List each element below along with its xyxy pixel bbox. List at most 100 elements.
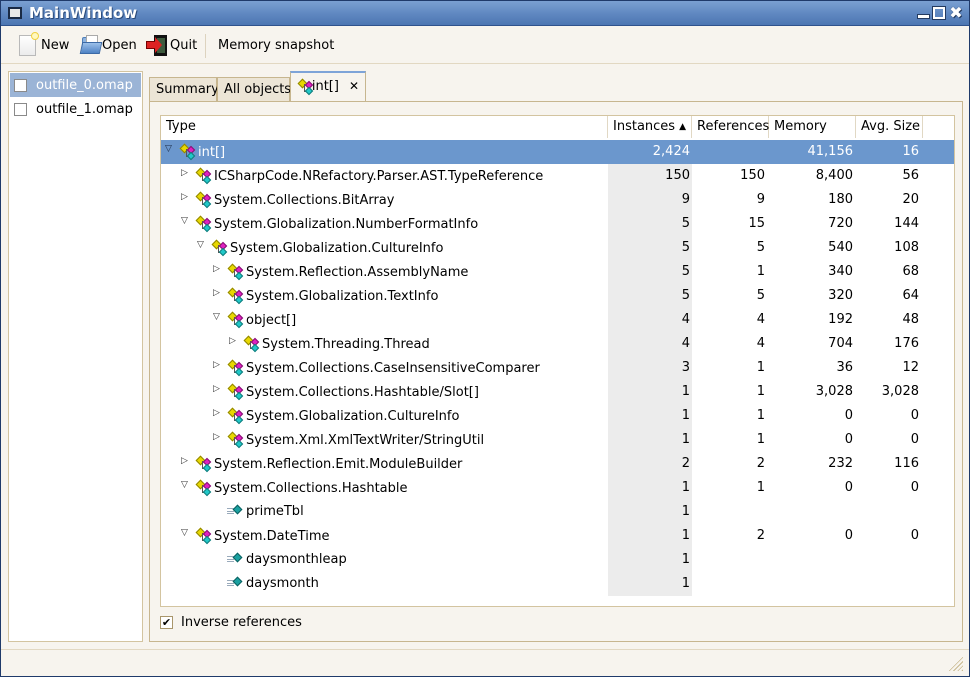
avg-size-cell: 20 [902,192,919,207]
tree-row[interactable]: ▽ System.Collections.Hashtable 1 1 0 0 [161,476,954,500]
column-header-references[interactable]: References [692,116,769,138]
tree-row[interactable]: ▷ System.Globalization.CultureInfo 1 1 0 0 [161,404,954,428]
class-type-icon [297,78,314,96]
memory-size-cell: 41,156 [807,144,854,159]
collapse-triangle-icon[interactable]: ▽ [181,216,191,226]
class-type-icon [195,527,213,545]
open-button[interactable]: Open [79,33,137,57]
file-list: outfile_0.omap outfile_1.omap [8,71,143,642]
column-label: Avg. Size [861,119,921,134]
file-item[interactable]: outfile_0.omap [10,73,141,97]
memory-size-cell: 720 [828,216,853,231]
memory-size-cell: 0 [844,480,853,495]
avg-size-cell: 68 [902,264,919,279]
collapse-triangle-icon[interactable]: ▽ [213,312,223,322]
expand-triangle-icon[interactable]: ▷ [213,264,223,274]
class-type-icon [179,143,197,161]
file-name: outfile_0.omap [36,77,133,93]
tree-row[interactable]: ▷ System.Xml.XmlTextWriter/StringUtil 1 1 0 0 [161,428,954,452]
tree-row[interactable]: daysmonthleap 1 [161,548,954,572]
collapse-triangle-icon[interactable]: ▽ [181,480,191,490]
row-label: System.Threading.Thread [262,336,430,352]
tab-int-array[interactable]: int[] ✕ [290,71,366,102]
avg-size-cell: 0 [910,528,919,543]
tree-row[interactable]: ▽ System.DateTime 1 2 0 0 [161,524,954,548]
expand-triangle-icon[interactable]: ▷ [181,456,191,466]
instances-cell: 1 [681,408,690,423]
tab-label: All objects [224,82,292,97]
instances-cell: 5 [681,240,690,255]
memory-size-cell: 704 [828,336,853,351]
expand-triangle-icon[interactable]: ▷ [213,384,223,394]
tree-row[interactable]: ▷ System.Threading.Thread 4 4 704 176 [161,332,954,356]
tab-panel: Type Instances▲ References Memory Size A… [149,101,963,642]
object-tree[interactable]: Type Instances▲ References Memory Size A… [160,115,955,607]
inverse-references-checkbox[interactable]: ✔ [160,616,173,629]
row-type-name: daysmonthleap [227,552,347,567]
column-header-instances[interactable]: Instances ▲ [608,116,692,138]
column-header-memory-size[interactable]: Memory Size [769,116,856,156]
row-label: System.Globalization.CultureInfo [230,240,444,256]
expand-triangle-icon[interactable]: ▷ [213,432,223,442]
expand-triangle-icon[interactable]: ▷ [213,408,223,418]
tree-row[interactable]: ▷ System.Globalization.TextInfo 5 5 320 64 [161,284,954,308]
avg-size-cell: 176 [894,336,919,351]
toolbar-separator [205,34,206,58]
avg-size-cell: 116 [894,456,919,471]
memory-snapshot-button[interactable]: Memory snapshot [218,33,334,57]
references-cell: 9 [756,192,765,207]
tree-row[interactable]: ▽ System.Globalization.NumberFormatInfo 5 1… [161,212,954,236]
maximize-button[interactable] [932,6,946,20]
inverse-references-option[interactable]: ✔ Inverse references [160,615,302,630]
window-menu-icon[interactable] [8,7,22,19]
memory-size-cell: 320 [828,288,853,303]
collapse-triangle-icon[interactable]: ▽ [197,240,207,250]
file-checkbox[interactable] [14,102,27,116]
expand-triangle-icon[interactable]: ▷ [213,360,223,370]
file-checkbox[interactable] [14,78,27,92]
class-type-icon [195,479,213,497]
references-cell: 4 [756,312,765,327]
tree-row[interactable]: ▷ System.Collections.CaseInsensitiveCompa… [161,356,954,380]
tree-row[interactable]: ▷ System.Collections.BitArray 9 9 180 20 [161,188,954,212]
class-type-icon [227,287,245,305]
tab-summary[interactable]: Summary [149,77,219,102]
column-header-avg-size[interactable]: Avg. Size [856,116,923,138]
tab-label: int[] [311,79,339,94]
memory-size-cell: 540 [828,240,853,255]
tree-row[interactable]: ▷ ICSharpCode.NRefactory.Parser.AST.TypeR… [161,164,954,188]
expand-triangle-icon[interactable]: ▷ [213,288,223,298]
tree-row[interactable]: primeTbl 1 [161,500,954,524]
minimize-button[interactable] [916,6,930,20]
row-label: System.DateTime [214,528,330,544]
column-header-type[interactable]: Type [161,116,608,138]
file-item[interactable]: outfile_1.omap [10,97,141,121]
references-cell: 1 [756,360,765,375]
tree-row[interactable]: ▷ System.Reflection.Emit.ModuleBuilder 2 2 2… [161,452,954,476]
memory-size-cell: 0 [844,432,853,447]
tree-row[interactable]: daysmonth 1 [161,572,954,596]
close-tab-icon[interactable]: ✕ [349,79,359,93]
collapse-triangle-icon[interactable]: ▽ [181,528,191,538]
collapse-triangle-icon[interactable]: ▽ [165,144,175,154]
expand-triangle-icon[interactable]: ▷ [181,168,191,178]
class-type-icon [227,263,245,281]
instances-cell: 1 [681,576,690,591]
tab-all-objects[interactable]: All objects [217,77,292,102]
tree-row[interactable]: ▽ System.Globalization.CultureInfo 5 5 540 10… [161,236,954,260]
quit-button[interactable]: Quit [146,33,197,57]
tree-row[interactable]: ▷ System.Reflection.AssemblyName 5 1 340 68 [161,260,954,284]
field-icon [227,576,245,591]
tree-row[interactable]: ▽ int[] 2,424 41,156 16 [161,140,954,164]
instances-cell: 2,424 [652,144,690,159]
instances-cell: 1 [681,432,690,447]
row-label: int[] [198,144,226,160]
row-type-name: ICSharpCode.NRefactory.Parser.AST.TypeRe… [195,167,543,185]
close-window-button[interactable]: ✖ [949,5,963,21]
expand-triangle-icon[interactable]: ▷ [229,336,239,346]
resize-grip[interactable] [948,656,963,671]
tree-row[interactable]: ▽ object[] 4 4 192 48 [161,308,954,332]
tree-row[interactable]: ▷ System.Collections.Hashtable/Slot[] 1 1 3,… [161,380,954,404]
new-button[interactable]: New [19,31,69,57]
expand-triangle-icon[interactable]: ▷ [181,192,191,202]
